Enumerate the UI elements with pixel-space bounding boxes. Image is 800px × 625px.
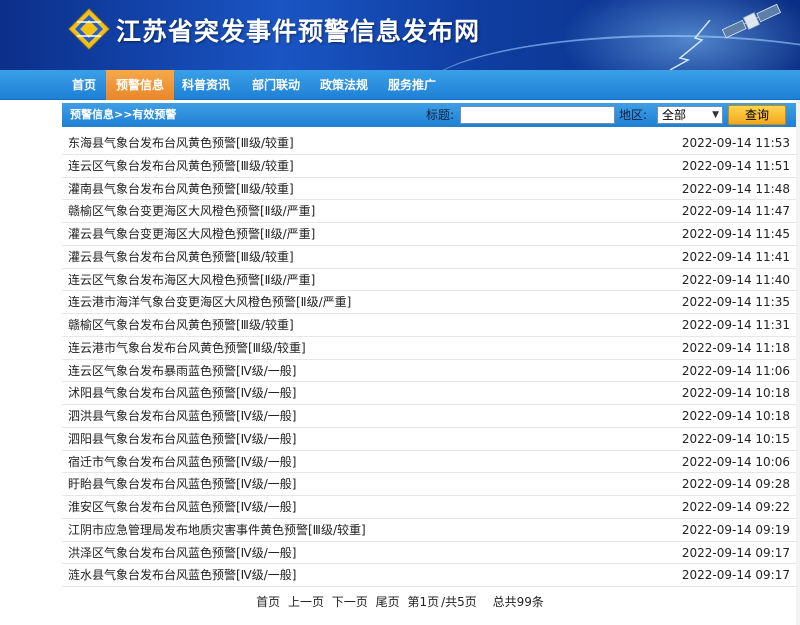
list-item[interactable]: 江阴市应急管理局发布地质灾害事件黄色预警[Ⅲ级/较重] 2022-09-14 09… [62,519,796,542]
pager-next[interactable]: 下一页 [332,595,368,609]
warning-time: 2022-09-14 09:17 [681,545,790,560]
warning-time: 2022-09-14 09:22 [681,500,790,514]
chevron-down-icon: ▼ [712,110,719,120]
list-item[interactable]: 灌南县气象台发布台风黄色预警[Ⅲ级/较重] 2022-09-14 11:48 [62,178,796,201]
pager-total-items: 总共99条 [492,595,544,609]
warning-title-link[interactable]: 灌南县气象台发布台风黄色预警[Ⅲ级/较重] [68,178,294,200]
warning-time: 2022-09-14 09:19 [681,522,790,537]
warning-title-link[interactable]: 连云区气象台发布暴雨蓝色预警[Ⅳ级/一般] [68,360,296,382]
nav-departments[interactable]: 部门联动 [246,70,306,100]
pager-prev[interactable]: 上一页 [288,595,324,609]
warning-title-link[interactable]: 连云区气象台发布台风黄色预警[Ⅲ级/较重] [68,155,294,177]
region-select[interactable]: 全部 ▼ [657,106,723,124]
nav-warning-info[interactable]: 预警信息 [106,70,174,100]
warning-time: 2022-09-14 11:53 [681,136,790,150]
list-item[interactable]: 涟水县气象台发布台风蓝色预警[Ⅳ级/一般] 2022-09-14 09:17 [62,564,796,587]
warning-time: 2022-09-14 11:06 [681,363,790,378]
warning-time: 2022-09-14 10:18 [681,386,790,401]
warning-title-link[interactable]: 沭阳县气象台发布台风蓝色预警[Ⅳ级/一般] [68,382,296,404]
nav-science[interactable]: 科普资讯 [176,70,236,100]
warning-title-link[interactable]: 赣榆区气象台变更海区大风橙色预警[Ⅱ级/严重] [68,200,315,222]
query-button[interactable]: 查询 [728,105,786,125]
list-item[interactable]: 连云区气象台发布台风黄色预警[Ⅲ级/较重] 2022-09-14 11:51 [62,155,796,178]
warning-title-link[interactable]: 宿迁市气象台发布台风蓝色预警[Ⅳ级/一般] [68,451,296,473]
warning-time: 2022-09-14 11:47 [681,204,790,219]
warning-time: 2022-09-14 10:06 [681,454,790,469]
warning-time: 2022-09-14 11:40 [681,272,790,287]
warning-list: 东海县气象台发布台风黄色预警[Ⅲ级/较重] 2022-09-14 11:53 连云区… [62,132,796,587]
pager-total-pages: /共5页 [441,595,477,609]
list-item[interactable]: 连云区气象台发布暴雨蓝色预警[Ⅳ级/一般] 2022-09-14 11:06 [62,360,796,383]
warning-time: 2022-09-14 11:18 [681,340,790,355]
region-selected-value: 全部 [662,108,687,122]
nav-service[interactable]: 服务推广 [382,70,442,100]
warning-title-link[interactable]: 泗阳县气象台发布台风蓝色预警[Ⅳ级/一般] [68,428,296,450]
list-item[interactable]: 泗阳县气象台发布台风蓝色预警[Ⅳ级/一般] 2022-09-14 10:15 [62,428,796,451]
warning-title-link[interactable]: 淮安区气象台发布台风蓝色预警[Ⅳ级/一般] [68,496,296,518]
breadcrumb: 预警信息>>有效预警 [70,108,177,121]
list-item[interactable]: 泗洪县气象台发布台风蓝色预警[Ⅳ级/一般] 2022-09-14 10:18 [62,405,796,428]
warning-title-link[interactable]: 赣榆区气象台发布台风黄色预警[Ⅲ级/较重] [68,314,294,336]
site-title: 江苏省突发事件预警信息发布网 [116,17,481,46]
list-item[interactable]: 宿迁市气象台发布台风蓝色预警[Ⅳ级/一般] 2022-09-14 10:06 [62,451,796,474]
pager-last[interactable]: 尾页 [376,595,400,609]
region-label: 地区: [619,108,648,122]
warning-title-link[interactable]: 泗洪县气象台发布台风蓝色预警[Ⅳ级/一般] [68,405,296,427]
header-banner: 江苏省突发事件预警信息发布网 [0,0,800,70]
pagination: 首页 上一页 下一页 尾页 第1页/共5页 总共99条 [0,592,800,612]
list-item[interactable]: 盱眙县气象台发布台风蓝色预警[Ⅳ级/一般] 2022-09-14 09:28 [62,473,796,496]
warning-time: 2022-09-14 09:17 [681,568,790,583]
nav-policy[interactable]: 政策法规 [314,70,374,100]
warning-title-link[interactable]: 江阴市应急管理局发布地质灾害事件黄色预警[Ⅲ级/较重] [68,519,366,541]
warning-title-link[interactable]: 洪泽区气象台发布台风蓝色预警[Ⅳ级/一般] [68,542,296,564]
warning-time: 2022-09-14 11:45 [681,227,790,241]
warning-time: 2022-09-14 11:41 [681,249,790,264]
list-item[interactable]: 东海县气象台发布台风黄色预警[Ⅲ级/较重] 2022-09-14 11:53 [62,132,796,155]
list-item[interactable]: 淮安区气象台发布台风蓝色预警[Ⅳ级/一般] 2022-09-14 09:22 [62,496,796,519]
warning-title-link[interactable]: 东海县气象台发布台风黄色预警[Ⅲ级/较重] [68,132,294,154]
warning-time: 2022-09-14 10:18 [681,409,790,423]
scroll-track [796,100,800,625]
warning-title-link[interactable]: 灌云县气象台发布台风黄色预警[Ⅲ级/较重] [68,246,294,268]
warning-time: 2022-09-14 11:51 [681,158,790,173]
warning-title-link[interactable]: 连云区气象台发布海区大风橙色预警[Ⅱ级/严重] [68,269,315,291]
list-item[interactable]: 洪泽区气象台发布台风蓝色预警[Ⅳ级/一般] 2022-09-14 09:17 [62,542,796,565]
warning-title-link[interactable]: 连云港市气象台发布台风黄色预警[Ⅲ级/较重] [68,337,306,359]
list-item[interactable]: 连云港市气象台发布台风黄色预警[Ⅲ级/较重] 2022-09-14 11:18 [62,337,796,360]
nav-home[interactable]: 首页 [62,70,106,100]
list-item[interactable]: 赣榆区气象台变更海区大风橙色预警[Ⅱ级/严重] 2022-09-14 11:47 [62,200,796,223]
warning-title-link[interactable]: 盱眙县气象台发布台风蓝色预警[Ⅳ级/一般] [68,473,296,495]
pager-first[interactable]: 首页 [256,595,280,609]
list-item[interactable]: 沭阳县气象台发布台风蓝色预警[Ⅳ级/一般] 2022-09-14 10:18 [62,382,796,405]
warning-time: 2022-09-14 11:35 [681,295,790,310]
warning-time: 2022-09-14 11:48 [681,181,790,196]
main-nav: 首页 预警信息 科普资讯 部门联动 政策法规 服务推广 [0,70,800,100]
list-item[interactable]: 连云港市海洋气象台变更海区大风橙色预警[Ⅱ级/严重] 2022-09-14 11:… [62,291,796,314]
title-label: 标题: [426,108,455,122]
site-logo-icon [68,8,110,50]
list-item[interactable]: 灌云县气象台变更海区大风橙色预警[Ⅱ级/严重] 2022-09-14 11:45 [62,223,796,246]
warning-title-link[interactable]: 灌云县气象台变更海区大风橙色预警[Ⅱ级/严重] [68,223,315,245]
lightning-icon [669,20,711,70]
warning-time: 2022-09-14 11:31 [681,318,790,332]
list-item[interactable]: 灌云县气象台发布台风黄色预警[Ⅲ级/较重] 2022-09-14 11:41 [62,246,796,269]
list-item[interactable]: 赣榆区气象台发布台风黄色预警[Ⅲ级/较重] 2022-09-14 11:31 [62,314,796,337]
pager-current: 第1页 [407,595,440,609]
search-bar: 预警信息>>有效预警 标题: 地区: 全部 ▼ 查询 [62,103,796,127]
warning-time: 2022-09-14 09:28 [681,477,790,492]
title-search-input[interactable] [460,106,615,124]
warning-time: 2022-09-14 10:15 [681,431,790,446]
satellite-icon [721,3,782,39]
warning-title-link[interactable]: 连云港市海洋气象台变更海区大风橙色预警[Ⅱ级/严重] [68,291,351,313]
list-item[interactable]: 连云区气象台发布海区大风橙色预警[Ⅱ级/严重] 2022-09-14 11:40 [62,269,796,292]
warning-title-link[interactable]: 涟水县气象台发布台风蓝色预警[Ⅳ级/一般] [68,564,296,586]
